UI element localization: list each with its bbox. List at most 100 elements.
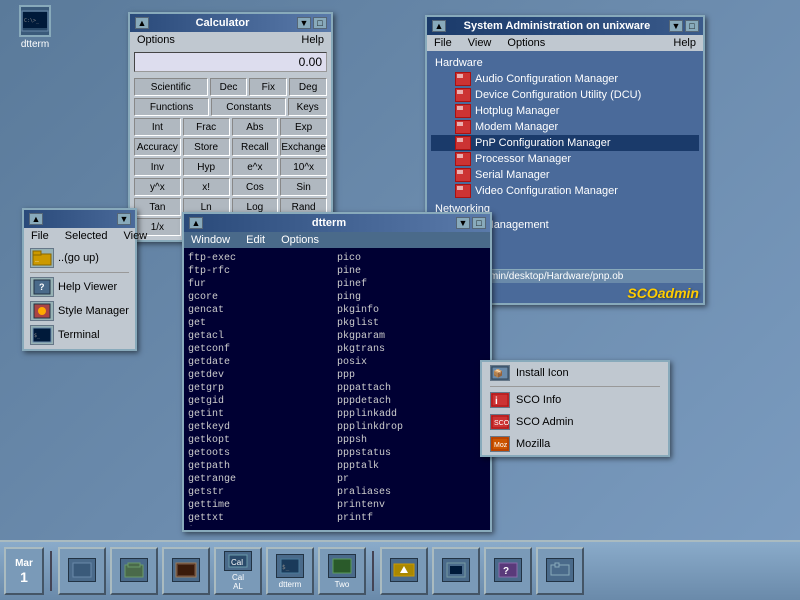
sysadmin-close-btn[interactable]: ▲ <box>432 20 446 32</box>
terminal-title: dtterm <box>203 217 455 229</box>
tl-15: getkopt <box>188 434 337 447</box>
calc-scientific-btn[interactable]: Scientific <box>134 78 208 96</box>
calc-hyp-btn[interactable]: Hyp <box>183 158 230 176</box>
sysadmin-maximize-btn[interactable]: □ <box>685 20 699 32</box>
taskbar-month: Mar <box>15 558 33 569</box>
calc-tan-btn[interactable]: Tan <box>134 198 181 216</box>
terminal-content[interactable]: ftp-exec ftp-rfc fur gcore gencat get ge… <box>184 248 490 526</box>
taskbar-btn-3[interactable] <box>162 547 210 595</box>
calc-yx-btn[interactable]: y^x <box>134 178 181 196</box>
mozilla-item[interactable]: Moz Mozilla <box>482 433 668 455</box>
svg-text:$_: $_ <box>282 564 290 571</box>
calc-exp-btn[interactable]: Exp <box>280 118 327 136</box>
tr-4: ping <box>337 291 486 304</box>
term-menu-options[interactable]: Options <box>278 233 322 247</box>
term-close-btn[interactable]: ▲ <box>189 217 203 229</box>
processor-item[interactable]: Processor Manager <box>431 151 699 167</box>
sysadmin-menu-options[interactable]: Options <box>504 36 548 50</box>
calc-row-trig1: Inv Hyp e^x 10^x <box>134 158 327 176</box>
term-menu-window[interactable]: Window <box>188 233 233 247</box>
calc-abs-btn[interactable]: Abs <box>232 118 279 136</box>
svg-text:?: ? <box>39 282 45 292</box>
tb-icon-10 <box>546 558 574 582</box>
calc-constants-btn[interactable]: Constants <box>211 98 286 116</box>
fm-menu-file[interactable]: File <box>28 229 52 243</box>
fm-style-icon <box>30 301 54 321</box>
modem-item[interactable]: Modem Manager <box>431 119 699 135</box>
device-config-item[interactable]: Device Configuration Utility (DCU) <box>431 87 699 103</box>
sysadmin-minimize-btn[interactable]: ▼ <box>669 20 683 32</box>
calc-fix-btn[interactable]: Fix <box>249 78 287 96</box>
processor-icon <box>455 152 471 166</box>
calc-menu-help[interactable]: Help <box>298 33 327 47</box>
calc-functions-btn[interactable]: Functions <box>134 98 209 116</box>
calc-close-btn[interactable]: ▲ <box>135 17 149 29</box>
taskbar-btn-6[interactable]: Two <box>318 547 366 595</box>
sysadmin-menu-view[interactable]: View <box>465 36 495 50</box>
sysadmin-menu-help[interactable]: Help <box>670 36 699 50</box>
hardware-folder[interactable]: Hardware <box>431 55 699 71</box>
calc-win-controls-right: ▼ □ <box>296 17 327 29</box>
calc-deg-btn[interactable]: Deg <box>289 78 327 96</box>
sysadmin-menu-file[interactable]: File <box>431 36 455 50</box>
install-icon-item[interactable]: 📦 Install Icon <box>482 362 668 384</box>
hotplug-item[interactable]: Hotplug Manager <box>431 103 699 119</box>
calc-minimize-btn[interactable]: ▼ <box>297 17 311 29</box>
serial-item[interactable]: Serial Manager <box>431 167 699 183</box>
fm-menu-selected[interactable]: Selected <box>62 229 111 243</box>
tl-20: gettime <box>188 499 337 512</box>
pnp-item[interactable]: PnP Configuration Manager <box>431 135 699 151</box>
fm-minimize-btn[interactable]: ▼ <box>117 213 131 225</box>
fm-menu-view[interactable]: View <box>121 229 151 243</box>
calc-10x-btn[interactable]: 10^x <box>280 158 327 176</box>
fm-item-up[interactable]: .. ..(go up) <box>26 246 133 270</box>
audio-config-item[interactable]: Audio Configuration Manager <box>431 71 699 87</box>
taskbar-day: 1 <box>20 569 28 585</box>
calc-maximize-btn[interactable]: □ <box>313 17 327 29</box>
svg-text:?: ? <box>503 566 509 577</box>
calc-ex-btn[interactable]: e^x <box>232 158 279 176</box>
fm-item-terminal[interactable]: $_ Terminal <box>26 323 133 347</box>
taskbar-label-5: dtterm <box>279 580 302 589</box>
calc-exchange-btn[interactable]: Exchange <box>280 138 327 156</box>
taskbar-btn-4[interactable]: Cal CalAL <box>214 547 262 595</box>
fm-item-helpviewer[interactable]: ? Help Viewer <box>26 275 133 299</box>
taskbar-btn-5[interactable]: $_ dtterm <box>266 547 314 595</box>
calc-menu-options[interactable]: Options <box>134 33 178 47</box>
tr-19: praliases <box>337 486 486 499</box>
calc-dec-btn[interactable]: Dec <box>210 78 248 96</box>
taskbar-btn-7[interactable] <box>380 547 428 595</box>
fm-close-btn[interactable]: ▲ <box>29 213 43 225</box>
tr-14: ppplinkdrop <box>337 421 486 434</box>
tr-1: pico <box>337 252 486 265</box>
calc-int-btn[interactable]: Int <box>134 118 181 136</box>
calc-xfact-btn[interactable]: x! <box>183 178 230 196</box>
taskbar-btn-9[interactable]: ? <box>484 547 532 595</box>
term-minimize-btn[interactable]: ▼ <box>456 217 470 229</box>
term-maximize-btn[interactable]: □ <box>472 217 486 229</box>
calc-cos-btn[interactable]: Cos <box>232 178 279 196</box>
term-menu-edit[interactable]: Edit <box>243 233 268 247</box>
calc-frac-btn[interactable]: Frac <box>183 118 230 136</box>
video-config-item[interactable]: Video Configuration Manager <box>431 183 699 199</box>
sco-info-item[interactable]: i SCO Info <box>482 389 668 411</box>
calc-keys-btn[interactable]: Keys <box>288 98 327 116</box>
sco-admin-item[interactable]: SCO SCO Admin <box>482 411 668 433</box>
taskbar-btn-10[interactable] <box>536 547 584 595</box>
taskbar-btn-8[interactable] <box>432 547 480 595</box>
calculator-display[interactable]: 0.00 <box>134 52 327 72</box>
tb-icon-4: Cal <box>224 551 252 571</box>
tr-16: pppstatus <box>337 447 486 460</box>
fm-item-stylemanager[interactable]: Style Manager <box>26 299 133 323</box>
hardware-label: Hardware <box>435 57 483 69</box>
calc-sin-btn[interactable]: Sin <box>280 178 327 196</box>
calc-inv-btn[interactable]: Inv <box>134 158 181 176</box>
taskbar-btn-1[interactable] <box>58 547 106 595</box>
calc-store-btn[interactable]: Store <box>183 138 230 156</box>
filemanager-content: .. ..(go up) ? Help Viewer <box>24 244 135 349</box>
calc-accuracy-btn[interactable]: Accuracy <box>134 138 181 156</box>
dtterm-desktop-icon[interactable]: C:\>_ dtterm <box>5 5 65 50</box>
taskbar-btn-2[interactable] <box>110 547 158 595</box>
calc-recall-btn[interactable]: Recall <box>232 138 279 156</box>
tr-12: pppdetach <box>337 395 486 408</box>
